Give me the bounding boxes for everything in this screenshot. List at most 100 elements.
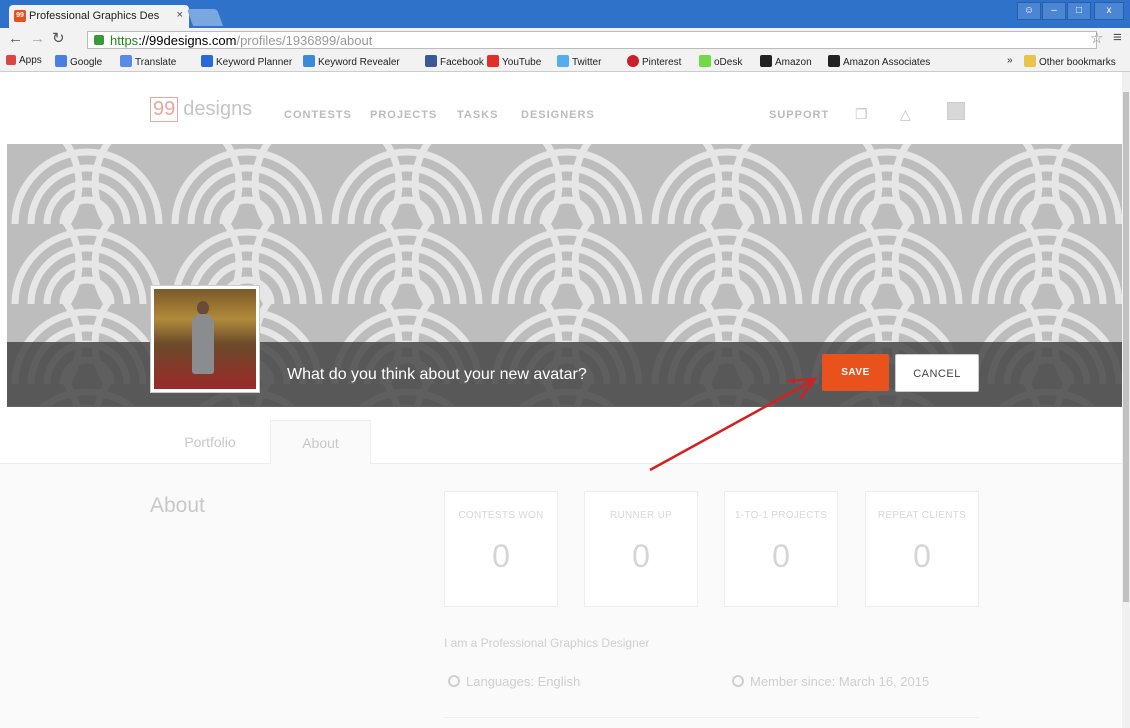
globe-icon — [448, 675, 460, 687]
tab-portfolio[interactable]: Portfolio — [150, 420, 270, 465]
tab-close-icon[interactable]: × — [177, 9, 183, 21]
maximize-icon[interactable]: □ — [1067, 2, 1091, 20]
page-viewport: 99 designs CONTESTS PROJECTS TASKS DESIGN… — [0, 72, 1122, 728]
languages-text: Languages: English — [466, 674, 581, 689]
bookmark-keyword-revealer[interactable]: Keyword Revealer — [303, 55, 400, 68]
stat-label: 1-TO-1 PROJECTS — [734, 510, 828, 521]
menu-icon[interactable]: ≡ — [1113, 29, 1122, 46]
save-button[interactable]: SAVE — [822, 354, 889, 391]
tab-title: Professional Graphics Des — [29, 10, 160, 22]
profile-tabs: Portfolio About — [0, 420, 1122, 465]
other-bookmarks[interactable]: Other bookmarks — [1024, 55, 1116, 68]
member-since: Member since: March 16, 2015 — [732, 674, 929, 689]
pinterest-icon — [627, 55, 639, 67]
translate-icon — [120, 55, 132, 67]
stat-value: 0 — [492, 538, 510, 574]
url-host: ://99designs.com — [138, 33, 237, 48]
minimize-icon[interactable]: – — [1042, 2, 1066, 20]
stat-label: RUNNER UP — [609, 510, 673, 521]
nav-support[interactable]: SUPPORT — [769, 109, 829, 121]
amazon-icon — [828, 55, 840, 67]
new-tab-button[interactable] — [186, 9, 224, 26]
favicon-icon: 99 — [14, 10, 26, 22]
bookmark-translate[interactable]: Translate — [120, 55, 176, 68]
bookmark-label: oDesk — [714, 57, 743, 68]
user-avatar[interactable] — [947, 102, 965, 120]
stat-1-to-1-projects: 1-TO-1 PROJECTS 0 — [724, 491, 838, 607]
page-scrollbar[interactable] — [1122, 72, 1130, 728]
bookmark-label: Twitter — [572, 57, 602, 68]
revealer-icon — [303, 55, 315, 67]
stat-value: 0 — [913, 538, 931, 574]
bookmark-amazon[interactable]: Amazon — [760, 55, 812, 68]
nav-projects[interactable]: PROJECTS — [370, 109, 437, 121]
facebook-icon — [425, 55, 437, 67]
stat-repeat-clients: REPEAT CLIENTS 0 — [865, 491, 979, 607]
window-close-icon[interactable]: x — [1094, 2, 1124, 20]
bookmark-twitter[interactable]: Twitter — [557, 55, 601, 68]
bookmarks-bar: Apps Google Translate Keyword Planner Ke… — [0, 50, 1130, 72]
clock-icon — [732, 675, 744, 687]
bookmark-label: Amazon — [775, 57, 812, 68]
bookmark-label: Google — [70, 57, 103, 68]
bookmark-keyword-planner[interactable]: Keyword Planner — [201, 55, 292, 68]
scrollbar-thumb[interactable] — [1123, 92, 1129, 602]
site-header: 99 designs CONTESTS PROJECTS TASKS DESIGN… — [0, 72, 1122, 144]
bookmark-label: Apps — [19, 55, 42, 66]
tab-about[interactable]: About — [270, 420, 371, 465]
odesk-icon — [699, 55, 711, 67]
nav-tasks[interactable]: TASKS — [457, 109, 498, 121]
site-logo[interactable]: 99 designs — [150, 97, 252, 122]
address-bar: ← → ↻ https://99designs.com/profiles/193… — [0, 28, 1130, 50]
bookmark-label: Pinterest — [642, 57, 682, 68]
bookmark-label: Keyword Revealer — [318, 57, 400, 68]
stat-runner-up: RUNNER UP 0 — [584, 491, 698, 607]
stat-contests-won: CONTESTS WON 0 — [444, 491, 558, 607]
logo-box: 99 — [150, 97, 179, 122]
folder-icon — [1024, 55, 1036, 67]
bookmark-odesk[interactable]: oDesk — [699, 55, 742, 68]
back-icon[interactable]: ← — [8, 31, 23, 47]
avatar-body — [192, 314, 214, 374]
bookmark-star-icon[interactable]: ☆ — [1090, 29, 1103, 47]
avatar-head — [197, 301, 209, 315]
bookmark-amazon-associates[interactable]: Amazon Associates — [828, 55, 930, 68]
profile-icon[interactable]: ☺ — [1017, 2, 1041, 20]
bookmark-label: Other bookmarks — [1039, 57, 1116, 68]
profile-avatar[interactable] — [150, 285, 260, 393]
bookmark-google[interactable]: Google — [55, 55, 102, 68]
notifications-bell-icon[interactable]: △ — [900, 106, 911, 123]
bookmark-apps[interactable]: Apps — [6, 55, 42, 66]
avatar-question: What do you think about your new avatar? — [287, 366, 587, 383]
apps-icon — [6, 55, 16, 65]
cancel-button[interactable]: CANCEL — [895, 354, 979, 392]
bookmark-facebook[interactable]: Facebook — [425, 55, 484, 68]
bookmark-pinterest[interactable]: Pinterest — [627, 55, 681, 68]
youtube-icon — [487, 55, 499, 67]
bookmark-youtube[interactable]: YouTube — [487, 55, 541, 68]
logo-text: designs — [183, 98, 253, 120]
avatar-photo — [154, 289, 256, 389]
browser-tab[interactable]: 99 Professional Graphics Des × — [9, 5, 189, 28]
messages-icon[interactable]: ❐ — [855, 106, 868, 123]
languages: Languages: English — [448, 674, 580, 689]
amazon-icon — [760, 55, 772, 67]
about-heading: About — [150, 494, 205, 517]
stat-label: REPEAT CLIENTS — [877, 510, 967, 521]
url-input[interactable]: https://99designs.com/profiles/1936899/a… — [87, 31, 1097, 49]
adwords-icon — [201, 55, 213, 67]
bookmark-label: Amazon Associates — [843, 57, 931, 68]
member-since-text: Member since: March 16, 2015 — [750, 674, 930, 689]
forward-icon[interactable]: → — [30, 31, 45, 47]
bookmark-label: Facebook — [440, 57, 484, 68]
reload-icon[interactable]: ↻ — [52, 31, 65, 47]
twitter-icon — [557, 55, 569, 67]
profile-bio: I am a Professional Graphics Designer — [444, 636, 650, 650]
google-icon — [55, 55, 67, 67]
bookmark-label: Translate — [135, 57, 177, 68]
url-scheme: https — [110, 33, 139, 48]
nav-contests[interactable]: CONTESTS — [284, 109, 352, 121]
nav-designers[interactable]: DESIGNERS — [521, 109, 595, 121]
browser-tab-bar: 99 Professional Graphics Des × ☺ – □ x — [0, 0, 1130, 28]
bookmarks-overflow[interactable]: » — [1007, 55, 1013, 66]
